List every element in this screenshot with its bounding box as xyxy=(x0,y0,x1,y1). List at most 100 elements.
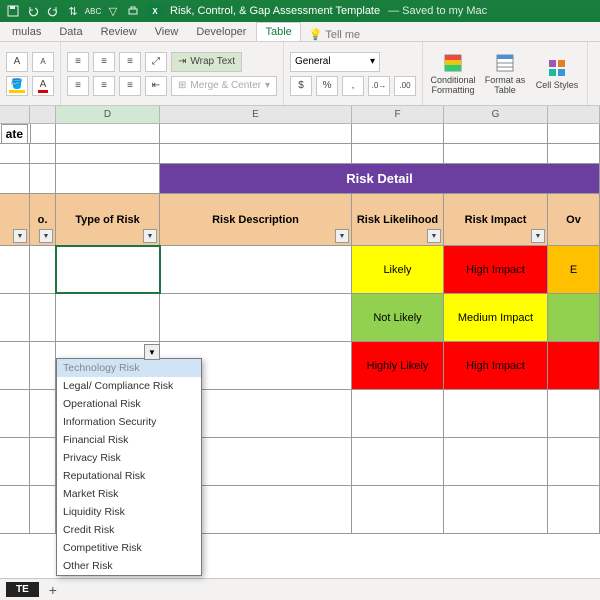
sort-icon[interactable]: ⇅ xyxy=(66,4,80,18)
dropdown-option[interactable]: Financial Risk xyxy=(57,431,201,449)
dropdown-option[interactable]: Liquidity Risk xyxy=(57,503,201,521)
cell-overall[interactable] xyxy=(548,342,600,389)
grid-row xyxy=(0,144,600,164)
sheet-tab[interactable]: TE xyxy=(6,582,39,597)
align-top-button[interactable]: ≡ xyxy=(67,52,89,72)
dropdown-option[interactable]: Credit Risk xyxy=(57,521,201,539)
type-of-risk-dropdown[interactable]: Technology Risk Legal/ Compliance Risk O… xyxy=(56,358,202,576)
comma-button[interactable]: , xyxy=(342,76,364,96)
filter-arrow-icon[interactable]: ▼ xyxy=(335,229,349,243)
dropdown-option[interactable]: Operational Risk xyxy=(57,395,201,413)
filter-arrow-icon[interactable]: ▼ xyxy=(143,229,157,243)
filter-arrow-icon[interactable]: ▼ xyxy=(13,229,27,243)
col-header-f[interactable]: F xyxy=(352,106,444,123)
ribbon: A A 🪣 A ≡ ≡ ≡ ⤢ ⇥ Wrap Text ≡ ≡ ≡ ⇤ ⊞ Me… xyxy=(0,42,600,106)
col-header[interactable] xyxy=(0,106,30,123)
dropdown-option[interactable]: Privacy Risk xyxy=(57,449,201,467)
percent-button[interactable]: % xyxy=(316,76,338,96)
cell-impact[interactable]: High Impact xyxy=(444,342,548,389)
document-title: Risk, Control, & Gap Assessment Template xyxy=(170,5,380,17)
tab-formulas[interactable]: mulas xyxy=(4,23,49,41)
col-header[interactable] xyxy=(30,106,56,123)
cell-styles-button[interactable]: Cell Styles xyxy=(533,46,581,101)
merge-center-button[interactable]: ⊞ Merge & Center ▾ xyxy=(171,76,277,96)
dropdown-option[interactable]: Reputational Risk xyxy=(57,467,201,485)
number-group: General▾ $ % , .0→ .00 xyxy=(284,42,423,105)
decrease-font-button[interactable]: A xyxy=(32,52,54,72)
dropdown-option[interactable]: Market Risk xyxy=(57,485,201,503)
col-overall: Ov xyxy=(548,194,600,245)
cell-impact[interactable]: Medium Impact xyxy=(444,294,548,341)
add-sheet-button[interactable]: + xyxy=(43,581,63,599)
col-header-g[interactable]: G xyxy=(444,106,548,123)
table-row: Not Likely Medium Impact xyxy=(0,294,600,342)
wrap-text-button[interactable]: ⇥ Wrap Text xyxy=(171,52,242,72)
col-type-of-risk: Type of Risk▼ xyxy=(56,194,160,245)
col-header-d[interactable]: D xyxy=(56,106,160,123)
cell-overall[interactable]: E xyxy=(548,246,600,293)
redo-icon[interactable] xyxy=(46,4,60,18)
align-right-button[interactable]: ≡ xyxy=(119,76,141,96)
filter-arrow-icon[interactable]: ▼ xyxy=(39,229,53,243)
save-status: — Saved to my Mac xyxy=(388,5,487,17)
col-risk-likelihood: Risk Likelihood▼ xyxy=(352,194,444,245)
align-left-button[interactable]: ≡ xyxy=(67,76,89,96)
title-bar: ⇅ ABC ▽ X Risk, Control, & Gap Assessmen… xyxy=(0,0,600,22)
currency-button[interactable]: $ xyxy=(290,76,312,96)
col-risk-impact: Risk Impact▼ xyxy=(444,194,548,245)
tab-view[interactable]: View xyxy=(147,23,187,41)
filter-arrow-icon[interactable]: ▼ xyxy=(531,229,545,243)
cell-likelihood[interactable]: Likely xyxy=(352,246,444,293)
save-icon[interactable] xyxy=(6,4,20,18)
insert-cells-button[interactable]: Insert xyxy=(594,46,600,101)
risk-detail-header: Risk Detail xyxy=(160,164,600,193)
tab-developer[interactable]: Developer xyxy=(188,23,254,41)
number-format-dropdown[interactable]: General▾ xyxy=(290,52,380,72)
print-icon[interactable] xyxy=(126,4,140,18)
dropdown-option[interactable]: Legal/ Compliance Risk xyxy=(57,377,201,395)
spell-icon[interactable]: ABC xyxy=(86,4,100,18)
ribbon-tab-bar: mulas Data Review View Developer Table 💡… xyxy=(0,22,600,42)
align-middle-button[interactable]: ≡ xyxy=(93,52,115,72)
cell-dropdown-button[interactable]: ▼ xyxy=(144,344,160,360)
tab-review[interactable]: Review xyxy=(93,23,145,41)
cell-likelihood[interactable]: Not Likely xyxy=(352,294,444,341)
alignment-group: ≡ ≡ ≡ ⤢ ⇥ Wrap Text ≡ ≡ ≡ ⇤ ⊞ Merge & Ce… xyxy=(61,42,284,105)
align-center-button[interactable]: ≡ xyxy=(93,76,115,96)
undo-icon[interactable] xyxy=(26,4,40,18)
worksheet-tab-bar: TE + xyxy=(0,578,600,600)
format-as-table-button[interactable]: Format as Table xyxy=(481,46,529,101)
dropdown-option[interactable]: Other Risk xyxy=(57,557,201,575)
excel-app-icon: X xyxy=(148,4,162,18)
tab-table[interactable]: Table xyxy=(256,22,300,41)
increase-font-button[interactable]: A xyxy=(6,52,28,72)
tab-data[interactable]: Data xyxy=(51,23,90,41)
dropdown-option[interactable]: Technology Risk xyxy=(57,359,201,377)
spreadsheet-area[interactable]: D E F G ate Risk xyxy=(0,106,600,534)
cells-group: Insert Dele xyxy=(588,42,600,105)
table-row: Likely High Impact E xyxy=(0,246,600,294)
cell-type-of-risk[interactable] xyxy=(56,246,160,293)
filter-arrow-icon[interactable]: ▼ xyxy=(427,229,441,243)
font-color-button[interactable]: A xyxy=(32,76,54,96)
orientation-button[interactable]: ⤢ xyxy=(145,52,167,72)
col-no: o.▼ xyxy=(30,194,56,245)
tell-me-search[interactable]: 💡 Tell me xyxy=(309,28,360,41)
col-header[interactable] xyxy=(548,106,600,123)
cell-impact[interactable]: High Impact xyxy=(444,246,548,293)
conditional-formatting-button[interactable]: Conditional Formatting xyxy=(429,46,477,101)
increase-decimal-button[interactable]: .0→ xyxy=(368,76,390,96)
decrease-decimal-button[interactable]: .00 xyxy=(394,76,416,96)
cell-likelihood[interactable]: Highly Likely xyxy=(352,342,444,389)
fill-color-button[interactable]: 🪣 xyxy=(6,76,28,96)
quick-access-toolbar: ⇅ ABC ▽ xyxy=(6,4,140,18)
font-group: A A 🪣 A xyxy=(0,42,61,105)
align-bottom-button[interactable]: ≡ xyxy=(119,52,141,72)
cell-overall[interactable] xyxy=(548,294,600,341)
dropdown-option[interactable]: Information Security xyxy=(57,413,201,431)
template-label-fragment: ate xyxy=(1,124,28,144)
col-header-e[interactable]: E xyxy=(160,106,352,123)
decrease-indent-button[interactable]: ⇤ xyxy=(145,76,167,96)
dropdown-option[interactable]: Competitive Risk xyxy=(57,539,201,557)
filter-icon[interactable]: ▽ xyxy=(106,4,120,18)
